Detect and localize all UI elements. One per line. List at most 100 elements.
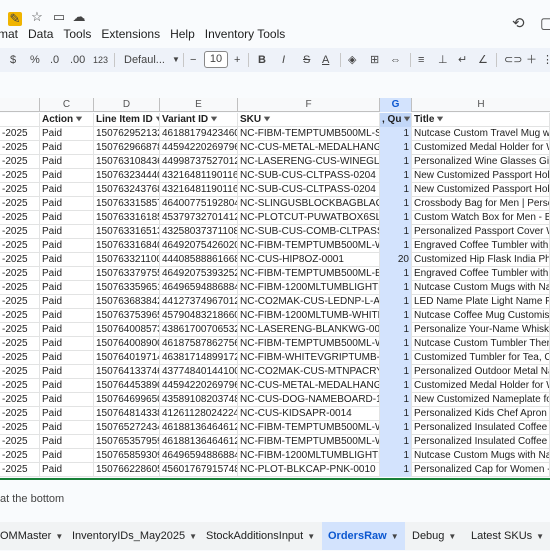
date-cell[interactable]: -2025	[0, 379, 40, 393]
title-cell[interactable]: Nutcase Coffee Mug Customised v	[412, 309, 550, 323]
decrease-font-size-button[interactable]: −	[190, 53, 196, 67]
title-cell[interactable]: Customized Medal Holder for Wall	[412, 379, 550, 393]
action-cell[interactable]: Paid	[40, 141, 94, 155]
title-cell[interactable]: Customized Medal Holder for Wall	[412, 141, 550, 155]
variant-id-cell[interactable]: 46400775192804	[160, 197, 238, 211]
borders-icon[interactable]: ⊞	[370, 53, 379, 67]
title-cell[interactable]: Nutcase Custom Mugs with Name	[412, 449, 550, 463]
variant-id-cell[interactable]: 44998737527012	[160, 155, 238, 169]
sku-cell[interactable]: NC-FIBM-TEMPTUMB500ML-SILV	[238, 127, 380, 141]
date-cell[interactable]: -2025	[0, 421, 40, 435]
line-item-id-cell[interactable]: 1507641337469	[94, 365, 160, 379]
chevron-down-icon[interactable]: ▼	[307, 532, 315, 541]
variant-id-cell[interactable]: 44127374967012	[160, 295, 238, 309]
title-cell[interactable]: Personalized Cap for Women - Bla	[412, 463, 550, 477]
action-cell[interactable]: Paid	[40, 309, 94, 323]
sku-cell[interactable]: NC-CUS-HIP8OZ-0001	[238, 253, 380, 267]
text-color-button[interactable]: A	[322, 53, 329, 67]
quantity-cell[interactable]: 20	[380, 253, 412, 267]
more-icon[interactable]: ⋮	[542, 53, 550, 67]
sku-cell[interactable]: NC-FIBM-TEMPTUMB500ML-WHI	[238, 435, 380, 449]
sheet-tab-inventoryids[interactable]: InventoryIDs_May2025 ▼	[72, 522, 197, 550]
title-cell[interactable]: Personalized Insulated Coffee Tum	[412, 421, 550, 435]
title-cell[interactable]: Custom Watch Box for Men - Black	[412, 211, 550, 225]
action-cell[interactable]: Paid	[40, 169, 94, 183]
variant-id-cell[interactable]: 43216481190116	[160, 169, 238, 183]
action-cell[interactable]: Paid	[40, 253, 94, 267]
sku-cell[interactable]: NC-PLOTCUT-PUWATBOX6SLOT	[238, 211, 380, 225]
title-cell[interactable]: Personalized Passport Cover With	[412, 225, 550, 239]
sku-cell[interactable]: NC-FIBM-TEMPTUMB500ML-WHI	[238, 337, 380, 351]
title-cell[interactable]: Personalized Kids Chef Apron - Ac	[412, 407, 550, 421]
variant-id-cell[interactable]: 46188136464612	[160, 435, 238, 449]
align-icon[interactable]: ≡	[418, 53, 424, 67]
menu-inventory-tools[interactable]: Inventory Tools	[200, 27, 291, 41]
variant-id-cell[interactable]: 46492075426020	[160, 239, 238, 253]
line-item-id-cell[interactable]: 1507640085731	[94, 323, 160, 337]
header-title-cell[interactable]: Title	[412, 113, 550, 127]
variant-id-cell[interactable]: 44594220269796	[160, 379, 238, 393]
action-cell[interactable]: Paid	[40, 365, 94, 379]
action-cell[interactable]: Paid	[40, 351, 94, 365]
variant-id-cell[interactable]: 46496594886884	[160, 449, 238, 463]
quantity-cell[interactable]: 1	[380, 197, 412, 211]
date-cell[interactable]: -2025	[0, 407, 40, 421]
quantity-cell[interactable]: 1	[380, 281, 412, 295]
line-item-id-cell[interactable]: 1507633165130	[94, 225, 160, 239]
header-quantity-cell[interactable]: , Qu	[380, 113, 412, 127]
variant-id-cell[interactable]: 43774840144100	[160, 365, 238, 379]
action-cell[interactable]: Paid	[40, 225, 94, 239]
line-item-id-cell[interactable]: 1507632344403	[94, 169, 160, 183]
quantity-cell[interactable]: 1	[380, 127, 412, 141]
filter-icon[interactable]	[437, 116, 444, 122]
line-item-id-cell[interactable]: 1507646996502	[94, 393, 160, 407]
action-cell[interactable]: Paid	[40, 421, 94, 435]
title-cell[interactable]: Nutcase Custom Mugs with Name	[412, 281, 550, 295]
merge-cells-icon[interactable]: ⇔	[390, 53, 401, 67]
title-cell[interactable]: Personalized Outdoor Metal Name	[412, 365, 550, 379]
variant-id-cell[interactable]: 43861700706532	[160, 323, 238, 337]
decrease-decimal-button[interactable]: .0	[50, 53, 59, 67]
sku-cell[interactable]: NC-SLINGUSBLOCKBAGBLACK-	[238, 197, 380, 211]
sku-cell[interactable]: NC-CUS-KIDSAPR-0014	[238, 407, 380, 421]
sheet-tab-latest-skus[interactable]: Latest SKUs ▼	[471, 522, 544, 550]
italic-button[interactable]: I	[282, 53, 285, 67]
column-header-g[interactable]: G	[380, 98, 412, 112]
sku-cell[interactable]: NC-PLOT-BLKCAP-PNK-0010	[238, 463, 380, 477]
quantity-cell[interactable]: 1	[380, 183, 412, 197]
title-cell[interactable]: Crossbody Bag for Men | Persona	[412, 197, 550, 211]
quantity-cell[interactable]: 1	[380, 365, 412, 379]
sku-cell[interactable]: NC-FIBM-TEMPTUMB500ML-WHI	[238, 239, 380, 253]
sku-cell[interactable]: NC-SUB-CUS-CLTPASS-0204	[238, 183, 380, 197]
variant-id-cell[interactable]: 43258037371108	[160, 225, 238, 239]
line-item-id-cell[interactable]: 1507632437680	[94, 183, 160, 197]
date-cell[interactable]: -2025	[0, 155, 40, 169]
font-size-input[interactable]: 10	[204, 51, 228, 68]
folder-icon[interactable]: ▭	[52, 10, 66, 24]
column-header-c[interactable]: C	[40, 98, 94, 112]
title-cell[interactable]: Personalized Insulated Coffee Tum	[412, 435, 550, 449]
quantity-cell[interactable]: 1	[380, 239, 412, 253]
chevron-down-icon[interactable]: ▼	[189, 532, 197, 541]
sheet-tab-stockadditions[interactable]: StockAdditionsInput ▼	[206, 522, 315, 550]
header-action-cell[interactable]: Action	[40, 113, 94, 127]
quantity-cell[interactable]: 1	[380, 435, 412, 449]
menu-help[interactable]: Help	[165, 27, 200, 41]
line-item-id-cell[interactable]: 1507648143382	[94, 407, 160, 421]
sheet-tab-ordersraw[interactable]: OrdersRaw ▼	[322, 522, 405, 550]
line-item-id-cell[interactable]: 1507633161853	[94, 211, 160, 225]
percent-button[interactable]: %	[30, 53, 40, 67]
title-cell[interactable]: Nutcase Custom Travel Mug with T	[412, 127, 550, 141]
action-cell[interactable]: Paid	[40, 211, 94, 225]
line-item-id-cell[interactable]: 1507640089008	[94, 337, 160, 351]
title-cell[interactable]: Engraved Coffee Tumbler with Ten	[412, 239, 550, 253]
sheet-tab-ommaster[interactable]: OMMaster ▼	[0, 522, 63, 550]
variant-id-cell[interactable]: 45601767915748	[160, 463, 238, 477]
filter-icon[interactable]	[210, 116, 218, 122]
header-line-item-id-cell[interactable]: Line Item ID	[94, 113, 160, 127]
line-item-id-cell[interactable]: 1507633211005	[94, 253, 160, 267]
quantity-cell[interactable]: 1	[380, 267, 412, 281]
quantity-cell[interactable]: 1	[380, 309, 412, 323]
variant-id-cell[interactable]: 46492075393252	[160, 267, 238, 281]
line-item-id-cell[interactable]: 1507662286051	[94, 463, 160, 477]
